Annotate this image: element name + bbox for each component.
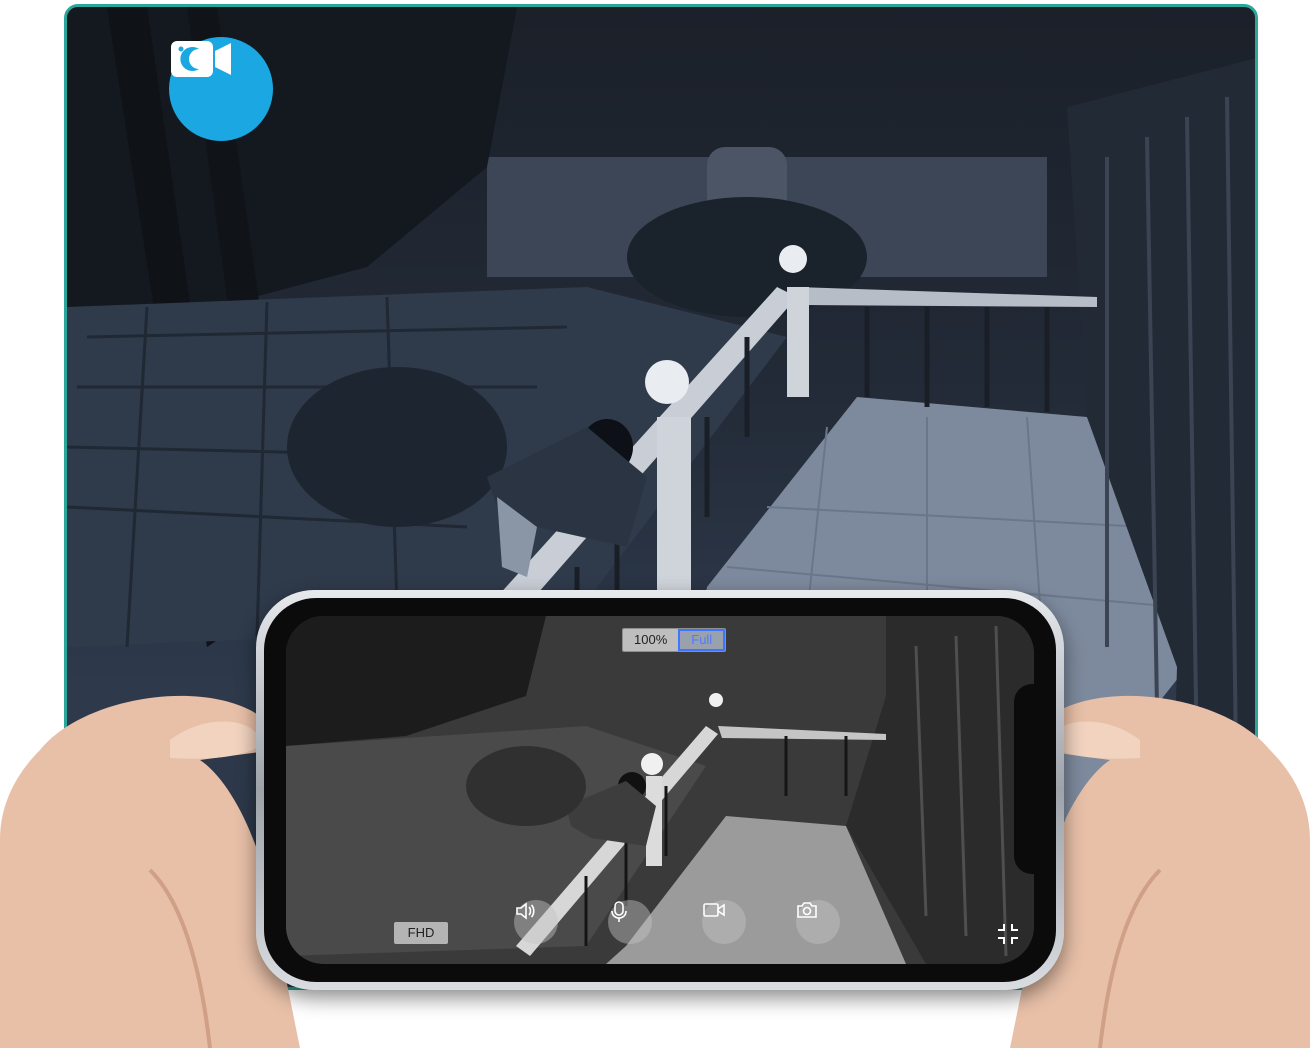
video-camera-icon bbox=[703, 903, 725, 917]
zoom-option-100[interactable]: 100% bbox=[623, 629, 679, 651]
zoom-option-full[interactable]: Full bbox=[678, 629, 726, 651]
smartphone: 100% Full FHD bbox=[256, 590, 1064, 990]
live-view-screen[interactable]: 100% Full FHD bbox=[286, 616, 1034, 964]
night-vision-badge bbox=[169, 37, 273, 141]
camera-icon bbox=[797, 902, 817, 918]
quality-button[interactable]: FHD bbox=[394, 922, 448, 944]
live-feed bbox=[286, 616, 1034, 964]
phone-bezel: 100% Full FHD bbox=[264, 598, 1056, 982]
exit-fullscreen-button[interactable] bbox=[996, 922, 1020, 946]
record-button[interactable] bbox=[702, 900, 746, 944]
night-vision-camera-icon bbox=[171, 41, 231, 77]
phone-notch bbox=[1014, 684, 1048, 874]
microphone-button[interactable] bbox=[608, 900, 652, 944]
microphone-icon bbox=[611, 901, 627, 922]
snapshot-button[interactable] bbox=[796, 900, 840, 944]
zoom-toggle: 100% Full bbox=[622, 628, 727, 652]
exit-fullscreen-icon bbox=[998, 924, 1018, 944]
speaker-icon bbox=[516, 902, 535, 920]
speaker-button[interactable] bbox=[514, 900, 558, 944]
